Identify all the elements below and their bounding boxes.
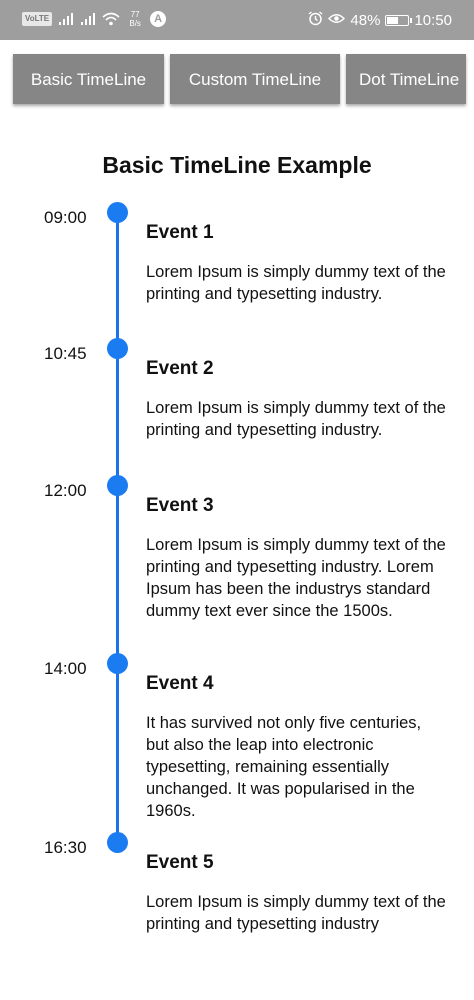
timeline-line xyxy=(116,214,119,846)
event-title: Event 5 xyxy=(146,852,214,873)
event-description: Lorem Ipsum is simply dummy text of the … xyxy=(146,399,446,439)
event-time: 16:30 xyxy=(44,838,87,857)
timeline-dot xyxy=(107,832,128,853)
timeline: 09:00 Event 1 Lorem Ipsum is simply dumm… xyxy=(0,0,474,1000)
event-title: Event 3 xyxy=(146,495,214,516)
event-time: 12:00 xyxy=(44,481,87,500)
event-description: Lorem Ipsum is simply dummy text of the … xyxy=(146,263,446,303)
event-title: Event 1 xyxy=(146,222,214,243)
event-title: Event 4 xyxy=(146,673,214,694)
event-time: 10:45 xyxy=(44,344,87,363)
timeline-dot xyxy=(107,202,128,223)
timeline-dot xyxy=(107,653,128,674)
timeline-dot xyxy=(107,338,128,359)
event-time: 09:00 xyxy=(44,208,87,227)
timeline-dot xyxy=(107,475,128,496)
event-description: Lorem Ipsum is simply dummy text of the … xyxy=(146,893,446,933)
event-description: It has survived not only five centuries,… xyxy=(146,714,422,820)
event-title: Event 2 xyxy=(146,358,214,379)
event-time: 14:00 xyxy=(44,659,87,678)
event-description: Lorem Ipsum is simply dummy text of the … xyxy=(146,536,446,620)
